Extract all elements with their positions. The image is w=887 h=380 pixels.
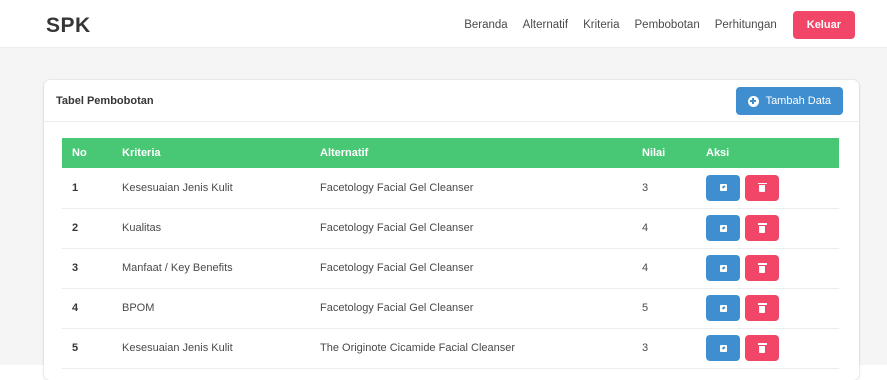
table-row: 1 Kesesuaian Jenis Kulit Facetology Faci… xyxy=(62,168,839,208)
delete-button[interactable] xyxy=(745,255,779,281)
edit-icon xyxy=(719,304,727,312)
edit-button[interactable] xyxy=(706,335,740,361)
navbar: SPK Beranda Alternatif Kriteria Pembobot… xyxy=(0,0,887,48)
cell-alternatif: Facetology Facial Gel Cleanser xyxy=(320,181,474,194)
delete-button[interactable] xyxy=(745,335,779,361)
delete-button[interactable] xyxy=(745,295,779,321)
brand-logo[interactable]: SPK xyxy=(46,14,91,38)
add-data-button[interactable]: Tambah Data xyxy=(735,87,843,115)
cell-no: 1 xyxy=(72,181,79,194)
cell-nilai: 4 xyxy=(642,222,649,234)
nav-link-pembobotan[interactable]: Pembobotan xyxy=(635,11,700,39)
cell-nilai: 4 xyxy=(642,262,649,274)
weighting-card: Tabel Pembobotan Tambah Data No Kriteria… xyxy=(44,80,859,380)
header-aksi: Aksi xyxy=(706,147,730,159)
cell-alternatif: Facetology Facial Gel Cleanser xyxy=(320,222,474,234)
cell-aksi xyxy=(696,288,839,328)
cell-alternatif: The Originote Cicamide Facial Cleanser xyxy=(320,342,516,354)
edit-button[interactable] xyxy=(706,174,740,201)
header-nilai: Nilai xyxy=(642,147,666,159)
cell-nilai: 3 xyxy=(642,181,649,194)
plus-circle-icon xyxy=(747,95,759,107)
cell-aksi xyxy=(696,208,839,248)
edit-icon xyxy=(719,344,727,352)
trash-icon xyxy=(757,182,767,193)
header-kriteria: Kriteria xyxy=(122,147,161,159)
trash-icon xyxy=(757,343,767,353)
nav-link-kriteria[interactable]: Kriteria xyxy=(583,11,619,39)
delete-button[interactable] xyxy=(745,174,779,201)
table-row: 5 Kesesuaian Jenis Kulit The Originote C… xyxy=(62,328,839,368)
table-header-row: No Kriteria Alternatif Nilai Aksi xyxy=(62,138,839,168)
cell-no: 5 xyxy=(72,342,79,354)
logout-button[interactable]: Keluar xyxy=(792,11,855,39)
header-no: No xyxy=(72,147,87,159)
edit-icon xyxy=(719,224,727,232)
add-data-label: Tambah Data xyxy=(765,95,831,107)
table-row: 3 Manfaat / Key Benefits Facetology Faci… xyxy=(62,248,839,288)
cell-kriteria: Kesesuaian Jenis Kulit xyxy=(122,181,233,194)
weighting-table: No Kriteria Alternatif Nilai Aksi 1 Kese… xyxy=(62,138,839,369)
table-row: 4 BPOM Facetology Facial Gel Cleanser 5 xyxy=(62,288,839,328)
edit-button[interactable] xyxy=(706,255,740,281)
page-content: Tabel Pembobotan Tambah Data No Kriteria… xyxy=(0,48,887,380)
trash-icon xyxy=(757,263,767,273)
nav-links: Beranda Alternatif Kriteria Pembobotan P… xyxy=(449,11,855,39)
trash-icon xyxy=(757,303,767,313)
delete-button[interactable] xyxy=(745,215,779,241)
cell-kriteria: BPOM xyxy=(122,302,155,314)
cell-kriteria: Manfaat / Key Benefits xyxy=(122,262,233,274)
edit-button[interactable] xyxy=(706,295,740,321)
cell-kriteria: Kualitas xyxy=(122,222,162,234)
edit-button[interactable] xyxy=(706,215,740,241)
card-header: Tabel Pembobotan Tambah Data xyxy=(44,80,859,122)
nav-link-beranda[interactable]: Beranda xyxy=(464,11,507,39)
cell-no: 3 xyxy=(72,262,79,274)
cell-aksi xyxy=(696,248,839,288)
cell-alternatif: Facetology Facial Gel Cleanser xyxy=(320,262,474,274)
cell-kriteria: Kesesuaian Jenis Kulit xyxy=(122,342,233,354)
cell-aksi xyxy=(696,168,839,208)
edit-icon xyxy=(719,264,727,272)
cell-no: 2 xyxy=(72,222,79,234)
header-alternatif: Alternatif xyxy=(320,147,369,159)
nav-link-alternatif[interactable]: Alternatif xyxy=(523,11,568,39)
cell-alternatif: Facetology Facial Gel Cleanser xyxy=(320,302,474,314)
cell-nilai: 3 xyxy=(642,342,649,354)
trash-icon xyxy=(757,223,767,233)
cell-no: 4 xyxy=(72,302,79,314)
cell-aksi xyxy=(696,328,839,368)
nav-link-perhitungan[interactable]: Perhitungan xyxy=(715,11,777,39)
table-row: 2 Kualitas Facetology Facial Gel Cleanse… xyxy=(62,208,839,248)
card-title: Tabel Pembobotan xyxy=(56,95,154,107)
edit-icon xyxy=(719,184,727,192)
cell-nilai: 5 xyxy=(642,302,649,314)
